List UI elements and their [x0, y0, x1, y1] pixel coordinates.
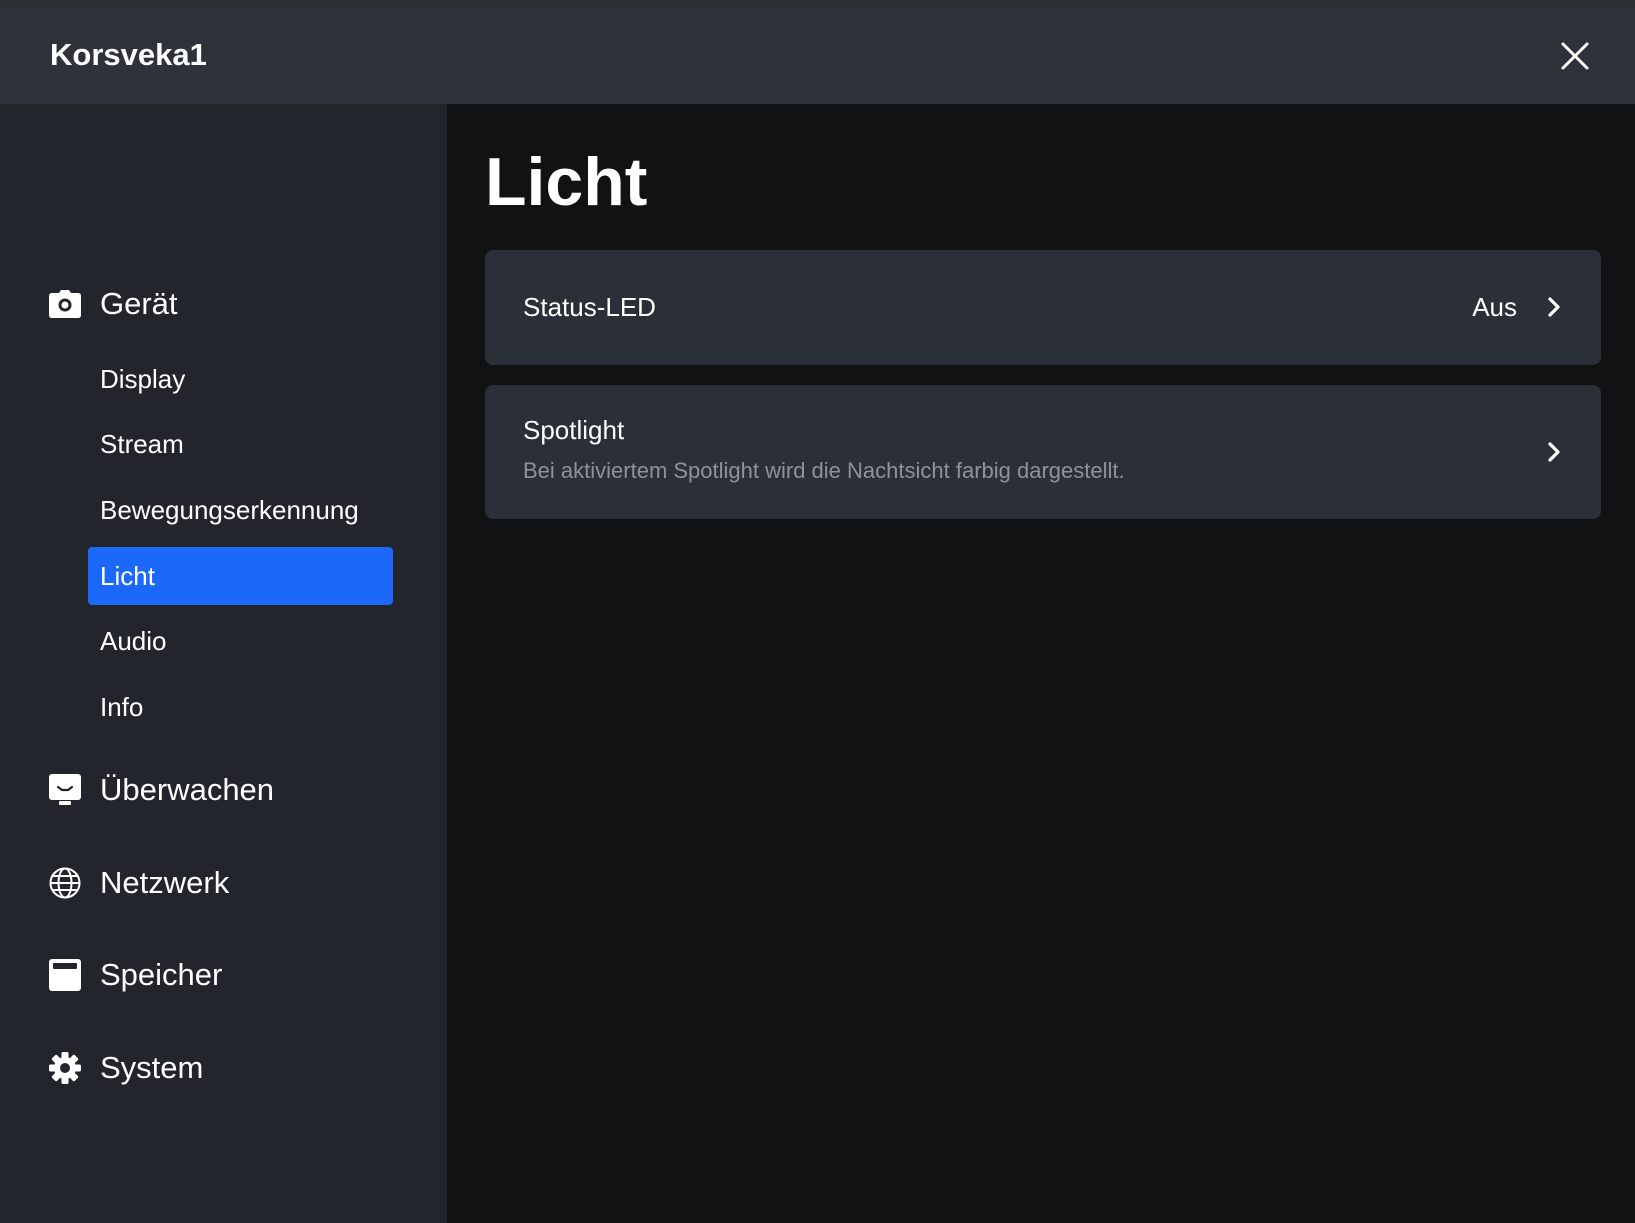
sidebar-section-geraet[interactable]: Gerät	[48, 279, 178, 329]
row-title: Status-LED	[523, 292, 656, 322]
sidebar-section-label: Überwachen	[100, 772, 275, 807]
title-bar: Korsveka1	[0, 8, 1635, 104]
sidebar-item-label: Stream	[100, 428, 184, 459]
sidebar-section-label: Gerät	[100, 286, 178, 321]
gear-icon	[48, 1051, 82, 1085]
sidebar-item-audio[interactable]: Audio	[88, 612, 393, 670]
sidebar-item-label: Display	[100, 363, 186, 394]
sidebar-item-bewegungserkennung[interactable]: Bewegungserkennung	[88, 481, 393, 539]
sidebar-section-system[interactable]: System	[48, 1043, 203, 1093]
sidebar-item-licht[interactable]: Licht	[88, 547, 393, 605]
sidebar: Gerät Display Stream Bewegungserkennung …	[0, 104, 447, 1223]
camera-icon	[48, 287, 82, 321]
sidebar-item-display[interactable]: Display	[88, 350, 393, 408]
sidebar-item-stream[interactable]: Stream	[88, 415, 393, 473]
window-title: Korsveka1	[50, 37, 207, 72]
sidebar-section-speicher[interactable]: Speicher	[48, 950, 222, 1000]
globe-icon	[48, 866, 82, 900]
settings-window: Korsveka1 Gerät Display Stream Bewegungs…	[0, 8, 1635, 1223]
spotlight-row[interactable]: Spotlight Bei aktiviertem Spotlight wird…	[485, 385, 1601, 519]
close-icon	[1561, 42, 1589, 70]
chevron-right-icon	[1548, 442, 1560, 462]
page-title: Licht	[485, 144, 648, 220]
sidebar-item-label: Info	[100, 691, 144, 722]
chevron-right-icon	[1548, 297, 1560, 317]
monitor-icon	[48, 773, 82, 807]
row-value: Aus	[1472, 292, 1517, 322]
sidebar-section-label: System	[100, 1050, 204, 1085]
status-led-row[interactable]: Status-LED Aus	[485, 250, 1601, 365]
sidebar-item-label: Audio	[100, 625, 167, 656]
row-title: Spotlight	[523, 415, 625, 445]
sidebar-item-info[interactable]: Info	[88, 678, 393, 736]
sidebar-section-label: Speicher	[100, 957, 223, 992]
main-content: Licht Status-LED Aus Spotlight Bei aktiv…	[447, 104, 1635, 1223]
sidebar-section-ueberwachen[interactable]: Überwachen	[48, 765, 274, 815]
close-button[interactable]	[1555, 36, 1595, 76]
sidebar-section-netzwerk[interactable]: Netzwerk	[48, 858, 229, 908]
sidebar-item-label: Bewegungserkennung	[100, 494, 359, 525]
sidebar-section-label: Netzwerk	[100, 865, 230, 900]
storage-icon	[48, 958, 82, 992]
sidebar-item-label: Licht	[100, 560, 155, 591]
row-description: Bei aktiviertem Spotlight wird die Nacht…	[523, 458, 1125, 483]
